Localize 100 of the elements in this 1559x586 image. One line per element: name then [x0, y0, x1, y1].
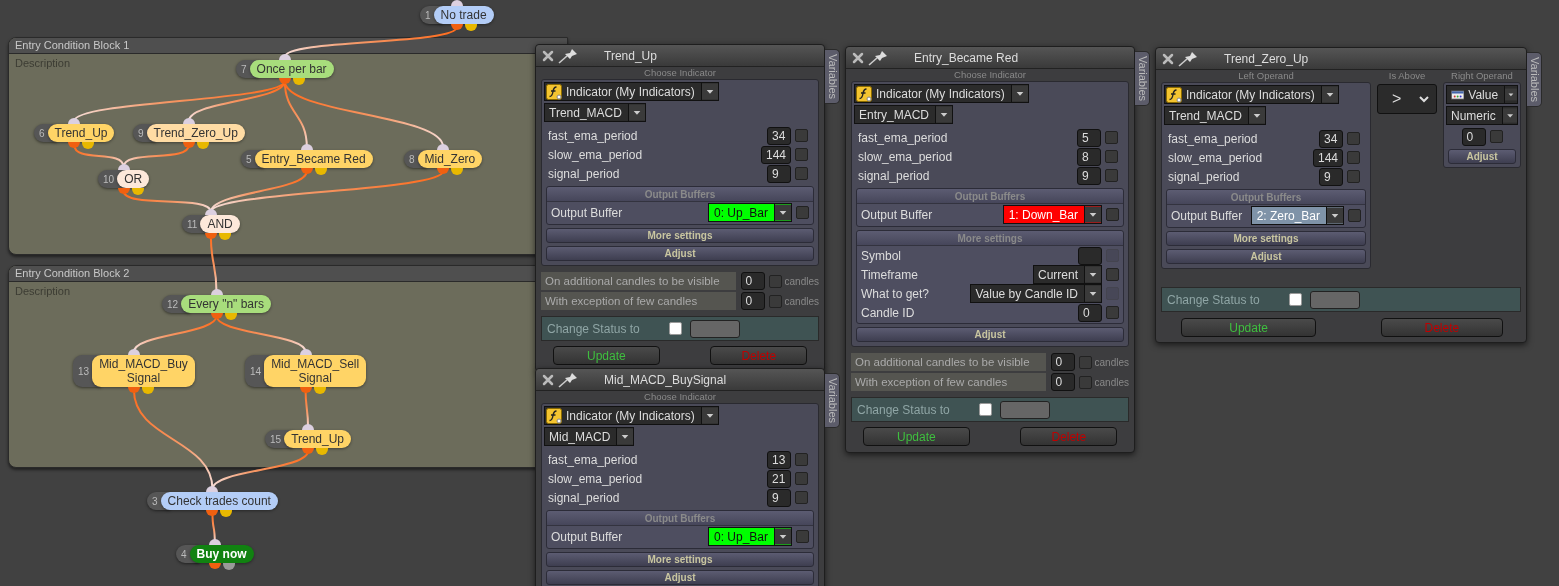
output-port[interactable]	[451, 168, 464, 175]
number-field[interactable]: 0	[740, 272, 765, 290]
node-label[interactable]: Trend_Up	[284, 430, 352, 448]
output-port[interactable]	[220, 510, 233, 517]
number-field[interactable]: 9	[1077, 166, 1101, 185]
output-port[interactable]	[316, 448, 328, 455]
checkbox[interactable]	[1106, 208, 1119, 221]
dropdown[interactable]: Current	[1033, 265, 1102, 284]
output-port[interactable]	[313, 387, 326, 394]
checkbox[interactable]	[1105, 150, 1118, 163]
checkbox[interactable]	[796, 206, 809, 219]
number-field[interactable]: 21	[767, 469, 791, 488]
variables-tab[interactable]: Variables	[825, 49, 840, 105]
number-field[interactable]: 34	[767, 126, 791, 145]
checkbox[interactable]	[795, 129, 808, 142]
section-button[interactable]: Adjust	[1448, 149, 1516, 164]
input-port[interactable]	[278, 54, 291, 60]
number-field[interactable]: 144	[760, 145, 791, 164]
input-port[interactable]	[68, 118, 81, 124]
checkbox[interactable]	[795, 472, 808, 485]
color-swatch[interactable]	[1310, 290, 1360, 309]
checkbox[interactable]	[1347, 151, 1360, 164]
output-port[interactable]	[314, 168, 327, 175]
node-label[interactable]: Once per bar	[249, 60, 334, 78]
input-port[interactable]	[437, 144, 450, 150]
section-button[interactable]: Adjust	[856, 327, 1124, 342]
section-button[interactable]: More settings	[546, 552, 814, 567]
output-port[interactable]	[208, 563, 221, 569]
node-label[interactable]: OR	[117, 170, 150, 188]
color-swatch[interactable]	[1000, 400, 1050, 419]
output-port[interactable]	[292, 78, 305, 85]
checkbox[interactable]	[1105, 131, 1118, 144]
number-field[interactable]: 0	[1050, 353, 1075, 371]
section-button[interactable]: More settings	[546, 228, 814, 243]
dropdown[interactable]: Trend_MACD	[544, 103, 646, 122]
output-port[interactable]	[450, 24, 463, 30]
checkbox[interactable]	[979, 403, 992, 416]
update-button[interactable]: Update	[863, 427, 970, 446]
number-field[interactable]: 0	[1050, 373, 1075, 391]
checkbox[interactable]	[795, 491, 808, 504]
node-label[interactable]: Mid_Zero	[417, 150, 483, 168]
input-port[interactable]	[204, 209, 217, 215]
input-port[interactable]	[208, 539, 221, 545]
output-port[interactable]	[131, 188, 144, 195]
checkbox[interactable]	[1348, 209, 1361, 222]
dropdown[interactable]: Indicator (My Indicators)	[544, 406, 719, 425]
node-label[interactable]: Check trades count	[160, 492, 278, 510]
variables-tab[interactable]: Variables	[825, 373, 840, 429]
operator-dropdown[interactable]: >	[1377, 84, 1437, 114]
checkbox[interactable]	[1105, 169, 1118, 182]
input-port[interactable]	[450, 0, 463, 6]
variables-tab[interactable]: Variables	[1527, 52, 1542, 108]
dropdown[interactable]: Indicator (My Indicators)	[854, 84, 1029, 103]
output-port[interactable]	[218, 233, 231, 240]
output-port[interactable]	[222, 563, 235, 570]
number-field[interactable]: 0	[1078, 303, 1102, 322]
input-port[interactable]	[210, 289, 223, 295]
checkbox[interactable]	[1489, 130, 1503, 143]
checkbox[interactable]	[1347, 132, 1360, 145]
section-button[interactable]: More settings	[1166, 231, 1366, 246]
number-field[interactable]: 0	[1461, 127, 1486, 146]
input-port[interactable]	[299, 349, 312, 355]
output-port[interactable]	[82, 142, 95, 149]
node-label[interactable]: Buy now	[189, 545, 254, 563]
number-field[interactable]: 8	[1077, 147, 1101, 166]
node-label[interactable]: Every "n" bars	[181, 295, 271, 313]
node-label[interactable]: Mid_MACD_Sell Signal	[264, 355, 367, 387]
checkbox[interactable]	[795, 148, 808, 161]
update-button[interactable]: Update	[553, 346, 660, 365]
checkbox[interactable]	[1078, 355, 1092, 369]
output-port[interactable]	[464, 24, 477, 31]
node-label[interactable]: No trade	[433, 6, 494, 24]
number-field[interactable]: 13	[767, 450, 791, 469]
section-button[interactable]: Adjust	[1166, 249, 1366, 264]
dropdown[interactable]: 1: Down_Bar	[1002, 205, 1102, 224]
node-label[interactable]: Trend_Zero_Up	[146, 124, 245, 142]
node-label[interactable]: Trend_Up	[47, 124, 115, 142]
checkbox[interactable]	[795, 453, 808, 466]
output-port[interactable]	[196, 142, 209, 149]
input-port[interactable]	[117, 164, 130, 170]
number-field[interactable]	[1078, 246, 1102, 265]
checkbox[interactable]	[768, 294, 782, 308]
node-label[interactable]: Entry_Became Red	[254, 150, 373, 168]
dropdown[interactable]: Mid_MACD	[544, 427, 635, 446]
dropdown[interactable]: Trend_MACD	[1164, 106, 1266, 125]
output-port[interactable]	[141, 387, 154, 394]
output-port[interactable]	[206, 510, 219, 516]
section-button[interactable]: Adjust	[546, 246, 814, 261]
dropdown[interactable]: Indicator (My Indicators)	[544, 82, 719, 101]
number-field[interactable]: 9	[1319, 167, 1343, 186]
number-field[interactable]: 144	[1312, 148, 1343, 167]
input-port[interactable]	[302, 424, 314, 430]
update-button[interactable]: Update	[1181, 318, 1317, 337]
checkbox[interactable]	[768, 274, 782, 288]
output-port[interactable]	[224, 313, 237, 320]
dropdown[interactable]: 0: Up_Bar	[707, 203, 792, 222]
section-button[interactable]: Adjust	[546, 570, 814, 585]
node-label[interactable]: Mid_MACD_Buy Signal	[92, 355, 195, 387]
input-port[interactable]	[182, 118, 195, 124]
checkbox[interactable]	[1289, 293, 1302, 306]
